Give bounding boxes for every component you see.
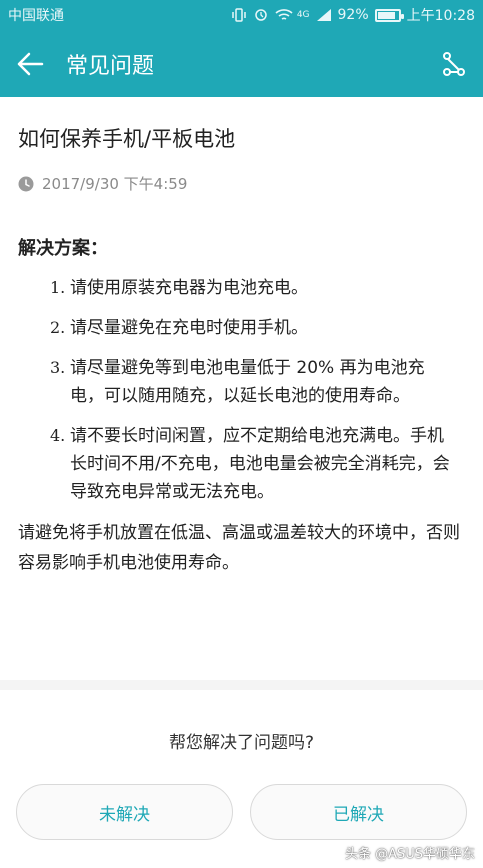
- network-label: 4G: [296, 10, 310, 20]
- list-item: 1. 请使用原装充电器为电池充电。: [50, 274, 465, 302]
- step-number: 4.: [50, 426, 66, 445]
- article-title: 如何保养手机/平板电池: [18, 127, 236, 151]
- article-note: 请避免将手机放置在低温、高温或温差较大的环境中，否则容易影响手机电池使用寿命。: [18, 523, 460, 573]
- step-number: 2.: [50, 318, 66, 337]
- step-number: 3.: [50, 358, 66, 377]
- list-item: 2. 请尽量避免在充电时使用手机。: [50, 314, 465, 342]
- alarm-icon: [253, 8, 269, 22]
- list-item: 4. 请不要长时间闲置，应不定期给电池充满电。手机长时间不用/不充电，电池电量会…: [50, 422, 465, 506]
- status-icons: 4G 92% 上午10:28: [231, 5, 475, 25]
- article-meta: 2017/9/30 下午4:59: [18, 173, 465, 194]
- article-date: 2017/9/30 下午4:59: [42, 175, 188, 193]
- clock-time: 上午10:28: [406, 8, 475, 24]
- wifi-icon: [275, 8, 293, 22]
- list-item: 3. 请尽量避免等到电池电量低于 20% 再为电池充电，可以随用随充，以延长电池…: [50, 354, 465, 410]
- page-title: 常见问题: [66, 53, 155, 79]
- share-icon: [443, 51, 465, 76]
- solved-button[interactable]: 已解决: [250, 784, 467, 840]
- app-screen: 中国联通 4G 92% 上午10:28 常见问题 如何保养手机/平板电池 201…: [0, 0, 483, 868]
- carrier-label: 中国联通: [8, 8, 64, 24]
- steps-list: 1. 请使用原装充电器为电池充电。 2. 请尽量避免在充电时使用手机。 3. 请…: [18, 274, 465, 506]
- section-divider: [0, 680, 483, 690]
- status-bar: 中国联通 4G 92% 上午10:28: [0, 0, 483, 30]
- battery-icon: [374, 8, 404, 22]
- vibrate-icon: [231, 8, 247, 22]
- top-bar: 中国联通 4G 92% 上午10:28 常见问题: [0, 0, 483, 97]
- app-bar: 常见问题: [0, 30, 483, 97]
- watermark: 头条 @ASUS华硕华东: [344, 847, 475, 862]
- step-text: 请使用原装充电器为电池充电。: [70, 278, 308, 298]
- step-text: 请不要长时间闲置，应不定期给电池充满电。手机长时间不用/不充电，电池电量会被完全…: [70, 426, 450, 502]
- solution-heading: 解决方案：: [18, 238, 108, 259]
- arrow-left-icon: [17, 52, 44, 75]
- back-button[interactable]: [0, 30, 60, 97]
- share-button[interactable]: [423, 30, 483, 97]
- step-text: 请尽量避免在充电时使用手机。: [70, 318, 308, 338]
- step-text: 请尽量避免等到电池电量低于 20% 再为电池充电，可以随用随充，以延长电池的使用…: [70, 358, 425, 406]
- signal-icon: [316, 8, 332, 22]
- step-number: 1.: [50, 278, 66, 297]
- battery-percent: 92%: [337, 7, 369, 23]
- clock-icon: [18, 176, 34, 191]
- unsolved-button[interactable]: 未解决: [16, 784, 233, 840]
- feedback-section: 帮您解决了问题吗? 未解决 已解决 头条 @ASUS华硕华东: [0, 690, 483, 868]
- feedback-question: 帮您解决了问题吗?: [168, 733, 315, 753]
- article-content: 如何保养手机/平板电池 2017/9/30 下午4:59 解决方案： 1. 请使…: [0, 97, 483, 680]
- feedback-buttons: 未解决 已解决: [16, 784, 467, 840]
